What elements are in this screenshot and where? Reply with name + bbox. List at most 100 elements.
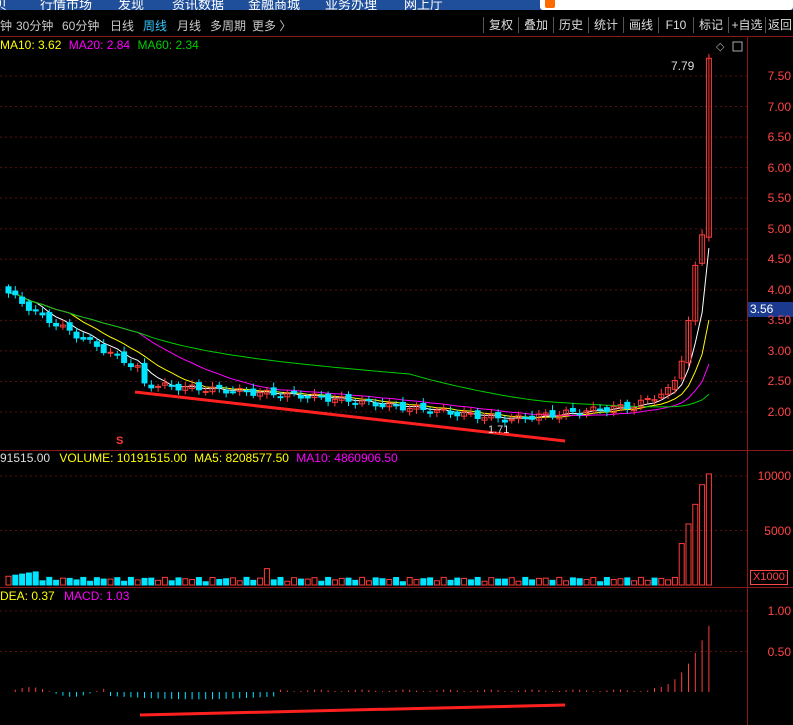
volume-bar [5, 575, 12, 586]
volume-bar [331, 579, 338, 586]
price-tick-label: 7.50 [767, 69, 791, 83]
volume-bar [182, 578, 189, 586]
price-tick-label: 4.00 [767, 282, 791, 297]
volume-bar [597, 581, 604, 586]
volume-bar [461, 577, 468, 586]
candle-body [12, 290, 19, 296]
ma20-line [8, 292, 710, 417]
volume-bar [644, 579, 651, 586]
candle-body [175, 383, 182, 391]
volume-bar [209, 577, 216, 586]
volume-bar [223, 578, 230, 586]
volume-bar [257, 577, 264, 586]
macd-tick-label: 0.50 [767, 644, 791, 659]
low-price-label: 1.71 [488, 424, 510, 436]
moving-average-lines [8, 247, 710, 420]
candle-body [644, 398, 651, 401]
candle-body [46, 312, 53, 324]
volume-bar [121, 580, 128, 586]
panel-toggle-icon[interactable] [732, 41, 743, 52]
volume-bar [202, 581, 209, 586]
volume-bar [25, 572, 32, 586]
volume-bar [100, 578, 107, 586]
diamond-icon[interactable]: ◇ [716, 41, 725, 53]
candle-body [195, 382, 202, 391]
volume-bar [236, 580, 243, 586]
volume-bar [291, 577, 298, 586]
candle-body [624, 401, 631, 409]
volume-bar [495, 578, 502, 586]
price-tick-label: 5.00 [767, 221, 791, 236]
volume-bar [515, 580, 522, 586]
volume-bar [127, 576, 134, 586]
candle-body [325, 393, 332, 402]
volume-bar [535, 577, 542, 586]
candle-body [291, 390, 298, 394]
volume-bar [195, 577, 202, 586]
candle-body [148, 384, 155, 389]
candle-body [39, 312, 46, 316]
volume-bar [32, 571, 39, 586]
price-tick-label: 3.00 [767, 343, 791, 358]
volume-bar [277, 576, 284, 586]
candle-body [243, 390, 250, 393]
volume-bar [671, 576, 678, 586]
candle-body [73, 331, 80, 339]
candle-body [168, 384, 175, 387]
trendline-macd [139, 703, 566, 717]
volume-bar [406, 577, 413, 586]
price-tick-label: 6.50 [767, 130, 791, 145]
volume-bar [359, 576, 366, 586]
candle-body [420, 402, 427, 411]
volume-bar [393, 577, 400, 586]
volume-bar [311, 577, 318, 586]
volume-bar [603, 577, 610, 586]
volume-tick-label: 5000 [764, 523, 791, 538]
candle-body [114, 353, 121, 356]
volume-bar [270, 579, 277, 586]
volume-bar [107, 578, 114, 586]
candle-body [121, 351, 128, 363]
candle-body [501, 419, 508, 423]
volume-bar [318, 580, 325, 586]
volume-bar [665, 579, 672, 586]
price-tick-label: 3.50 [767, 313, 791, 328]
volume-bar [440, 576, 447, 586]
macd-tick-label: 1.00 [767, 604, 791, 618]
candle-body [474, 410, 481, 419]
candle-body [529, 415, 536, 420]
volume-bar [522, 576, 529, 586]
volume-bar [542, 577, 549, 586]
volume-bar [46, 576, 53, 586]
candle-body [576, 413, 583, 416]
price-tick-label: 2.50 [767, 374, 791, 389]
volume-bar [501, 578, 508, 586]
candle-body [318, 395, 325, 398]
candle-body [141, 362, 148, 384]
volume-unit-label: X1000 [750, 570, 788, 585]
volume-bar [175, 577, 182, 586]
volume-bar [87, 580, 94, 586]
ma5-line [8, 247, 710, 420]
candle-body [32, 309, 39, 312]
volume-bar [413, 578, 420, 586]
volume-bar [685, 523, 692, 586]
candle-body [25, 301, 32, 311]
volume-bar [692, 503, 699, 586]
candle-body [447, 410, 454, 415]
candle-body [155, 385, 162, 388]
volume-bar [420, 578, 427, 586]
volume-bar [141, 577, 148, 586]
candle-body [250, 388, 257, 396]
high-price-label: 7.79 [671, 59, 695, 73]
price-tick-label: 7.00 [767, 99, 791, 114]
candle-body [87, 337, 94, 340]
price-tick-label: 6.00 [767, 160, 791, 175]
volume-bar [583, 578, 590, 586]
volume-bar [651, 577, 658, 586]
volume-bar [263, 568, 270, 586]
kline-chart[interactable]: ◇ [0, 0, 793, 725]
ma10-line [8, 292, 710, 419]
candle-body [53, 322, 60, 327]
volume-bar [508, 577, 515, 586]
